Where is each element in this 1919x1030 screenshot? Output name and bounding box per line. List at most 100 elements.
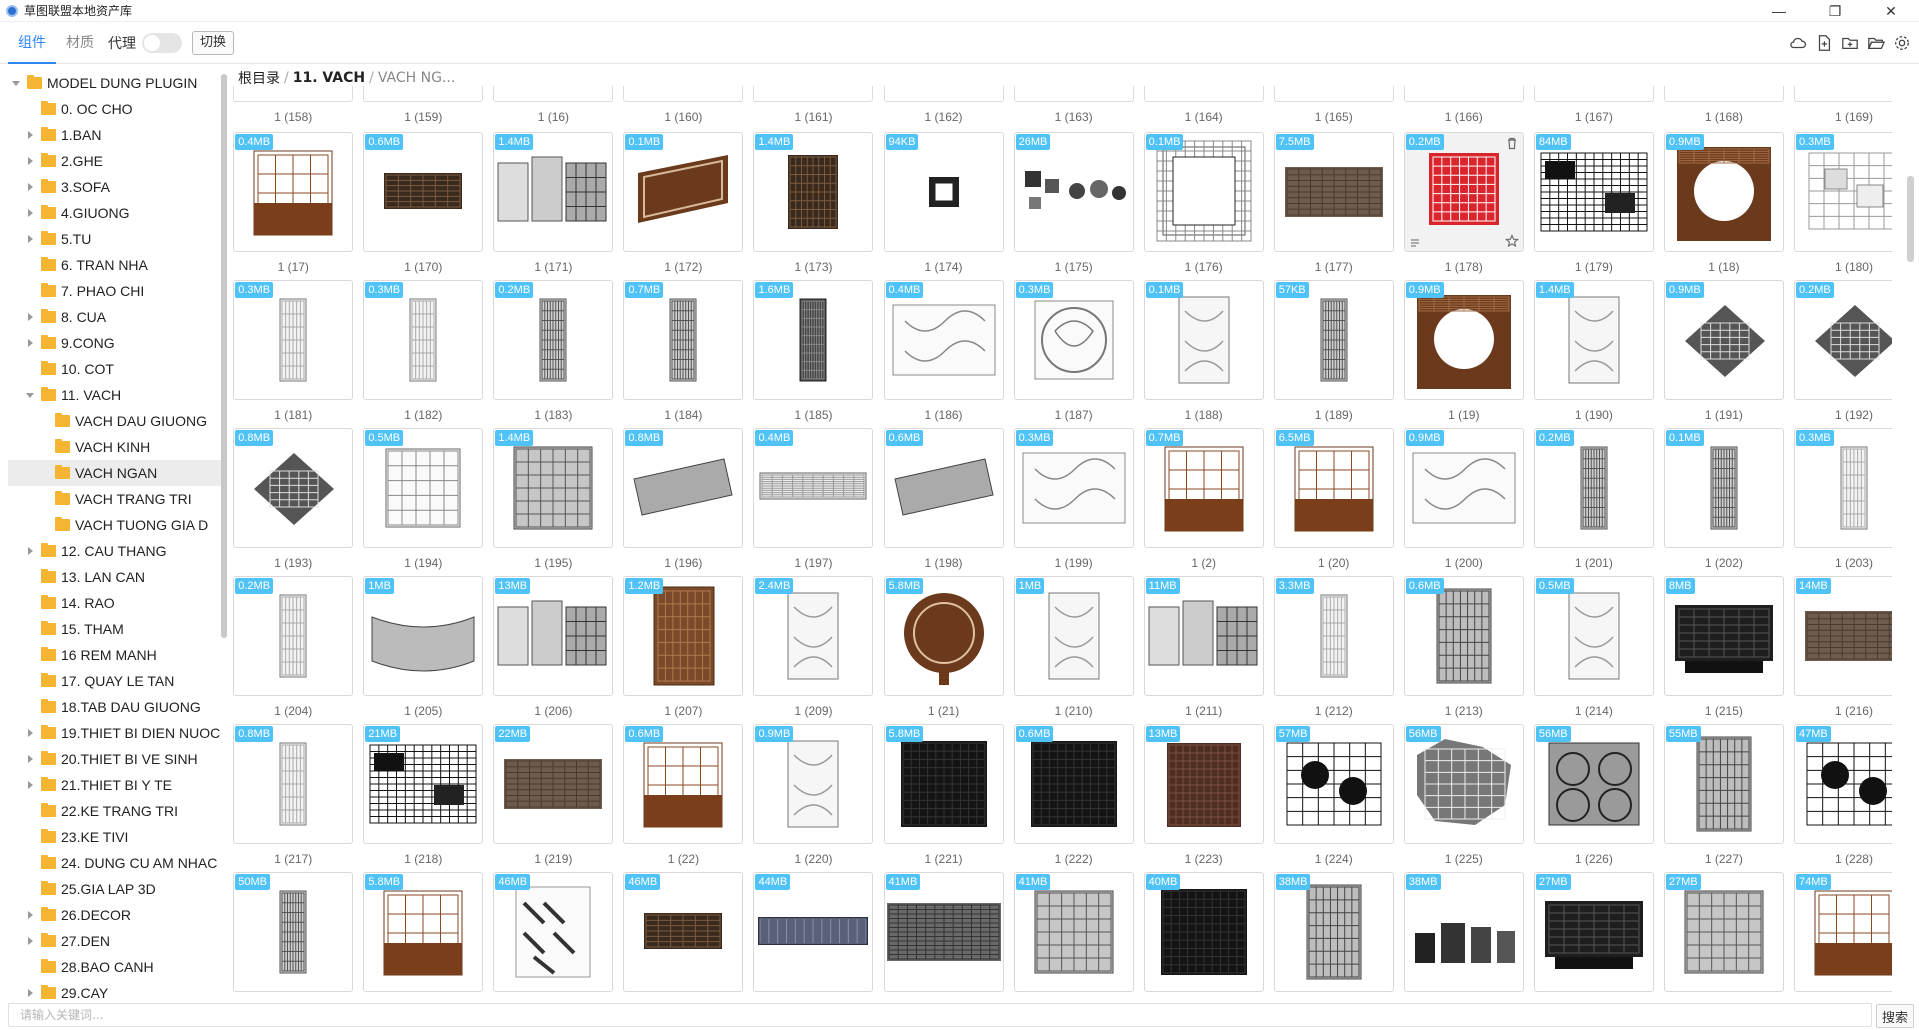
asset-item[interactable]: 57MB 1 (224) (1273, 724, 1394, 872)
asset-item[interactable]: 56MB 1 (226) (1533, 724, 1654, 872)
asset-item[interactable]: 38MB (1273, 872, 1394, 1000)
tree-item[interactable]: 4.GIUONG (8, 200, 222, 226)
asset-card[interactable]: 41MB (883, 872, 1004, 992)
asset-item[interactable]: 0.3MB 1 (203) (1793, 428, 1892, 576)
asset-item[interactable]: 56MB 1 (225) (1403, 724, 1524, 872)
asset-card[interactable]: 0.1MB (623, 132, 744, 252)
asset-card[interactable] (753, 86, 874, 102)
asset-item[interactable]: 8MB 1 (215) (1663, 576, 1784, 724)
asset-item[interactable]: 84MB 1 (179) (1533, 132, 1654, 280)
chevron-right-icon[interactable] (26, 156, 36, 166)
search-input[interactable] (8, 1003, 1858, 1027)
tree-item[interactable]: 0. OC CHO (8, 96, 222, 122)
add-folder-icon[interactable] (1839, 32, 1861, 54)
tag-icon[interactable] (1409, 236, 1421, 248)
asset-card[interactable] (1143, 86, 1264, 102)
asset-item[interactable]: 13MB 1 (206) (493, 576, 614, 724)
tree-item[interactable]: VACH KINH (8, 434, 222, 460)
asset-item[interactable]: 5.8MB 1 (21) (883, 576, 1004, 724)
asset-item[interactable]: 0.8MB 1 (196) (623, 428, 744, 576)
asset-item[interactable]: 0.1MB 1 (202) (1663, 428, 1784, 576)
asset-item[interactable]: 50MB (233, 872, 354, 1000)
chevron-right-icon[interactable] (26, 936, 36, 946)
search-button[interactable]: 搜索 (1876, 1004, 1914, 1028)
asset-item[interactable]: 0.9MB 1 (220) (753, 724, 874, 872)
asset-card[interactable]: 0.4MB (233, 132, 354, 252)
asset-item[interactable]: 38MB (1403, 872, 1524, 1000)
asset-item[interactable]: 1.6MB 1 (185) (753, 280, 874, 428)
tree-item[interactable]: 8. CUA (8, 304, 222, 330)
asset-item[interactable]: 0.6MB 1 (222) (1013, 724, 1134, 872)
asset-card[interactable]: 0.9MB (1403, 428, 1524, 548)
asset-card[interactable]: 38MB (1273, 872, 1394, 992)
asset-card[interactable]: 47MB (1793, 724, 1892, 844)
tree-item[interactable]: 19.THIET BI DIEN NUOC (8, 720, 222, 746)
chevron-right-icon[interactable] (26, 780, 36, 790)
tree-item[interactable]: 12. CAU THANG (8, 538, 222, 564)
asset-card[interactable]: 5.8MB (883, 724, 1004, 844)
asset-card[interactable]: 0.9MB (1403, 280, 1524, 400)
chevron-down-icon[interactable] (12, 78, 22, 88)
tree-item[interactable]: 15. THAM (8, 616, 222, 642)
asset-card[interactable]: 27MB (1533, 872, 1654, 992)
asset-card[interactable]: 0.7MB (623, 280, 744, 400)
asset-card[interactable]: 5.8MB (363, 872, 484, 992)
tree-item[interactable]: 29.CAY (8, 980, 222, 1000)
asset-card[interactable]: 1MB (1013, 576, 1134, 696)
close-button[interactable]: ✕ (1863, 0, 1919, 22)
asset-item[interactable]: 13MB 1 (223) (1143, 724, 1264, 872)
asset-item[interactable]: 14MB 1 (216) (1793, 576, 1892, 724)
asset-item[interactable]: 0.2MB 1 (192) (1793, 280, 1892, 428)
asset-card[interactable]: 1.4MB (753, 132, 874, 252)
chevron-right-icon[interactable] (26, 988, 36, 998)
tree-item[interactable]: 14. RAO (8, 590, 222, 616)
asset-item[interactable]: 0.4MB 1 (17) (233, 132, 354, 280)
tree-item[interactable]: 26.DECOR (8, 902, 222, 928)
asset-item[interactable]: 0.6MB 1 (22) (623, 724, 744, 872)
asset-item[interactable]: 22MB 1 (219) (493, 724, 614, 872)
asset-card[interactable] (1793, 86, 1892, 102)
asset-item[interactable]: 1.2MB 1 (207) (623, 576, 744, 724)
asset-card[interactable]: 0.3MB (1013, 428, 1134, 548)
tree-item[interactable]: 1.BAN (8, 122, 222, 148)
asset-card[interactable]: 13MB (1143, 724, 1264, 844)
tree-item[interactable]: 28.BAO CANH (8, 954, 222, 980)
tree-item[interactable]: 25.GIA LAP 3D (8, 876, 222, 902)
tree-item[interactable]: 13. LAN CAN (8, 564, 222, 590)
tree-item[interactable]: 5.TU (8, 226, 222, 252)
trash-icon[interactable] (1505, 136, 1519, 150)
asset-card[interactable]: 0.4MB (883, 280, 1004, 400)
asset-card[interactable]: 26MB (1013, 132, 1134, 252)
asset-item[interactable]: 41MB (1013, 872, 1134, 1000)
asset-card[interactable]: 21MB (363, 724, 484, 844)
asset-item[interactable]: 0.2MB 1 (204) (233, 576, 354, 724)
chevron-right-icon[interactable] (26, 234, 36, 244)
chevron-right-icon[interactable] (26, 754, 36, 764)
tree-item[interactable]: VACH DAU GIUONG (8, 408, 222, 434)
asset-item[interactable]: 57KB 1 (189) (1273, 280, 1394, 428)
asset-card[interactable] (1013, 86, 1134, 102)
asset-card[interactable]: 46MB (493, 872, 614, 992)
tree-item[interactable]: 11. VACH (8, 382, 222, 408)
asset-card[interactable]: 1.4MB (1533, 280, 1654, 400)
asset-item[interactable]: 0.3MB 1 (187) (1013, 280, 1134, 428)
asset-card[interactable]: 27MB (1663, 872, 1784, 992)
asset-item[interactable]: 0.4MB 1 (197) (753, 428, 874, 576)
asset-item[interactable]: 0.3MB 1 (182) (363, 280, 484, 428)
asset-card[interactable]: 38MB (1403, 872, 1524, 992)
open-folder-icon[interactable] (1865, 32, 1887, 54)
asset-item[interactable]: 0.1MB 1 (172) (623, 132, 744, 280)
asset-card[interactable]: 46MB (623, 872, 744, 992)
asset-card[interactable]: 0.3MB (1793, 132, 1892, 252)
asset-item[interactable]: 0.1MB 1 (176) (1143, 132, 1264, 280)
asset-card[interactable]: 0.6MB (363, 132, 484, 252)
breadcrumb-parent[interactable]: 11. VACH (293, 70, 365, 86)
tree-item[interactable]: 3.SOFA (8, 174, 222, 200)
asset-item[interactable]: 1MB 1 (205) (363, 576, 484, 724)
asset-item[interactable]: 0.6MB 1 (213) (1403, 576, 1524, 724)
chevron-down-icon[interactable] (26, 390, 36, 400)
asset-card[interactable]: 2.4MB (753, 576, 874, 696)
asset-card[interactable]: 55MB (1663, 724, 1784, 844)
asset-item[interactable]: 27MB (1663, 872, 1784, 1000)
asset-item[interactable]: 0.6MB 1 (198) (883, 428, 1004, 576)
